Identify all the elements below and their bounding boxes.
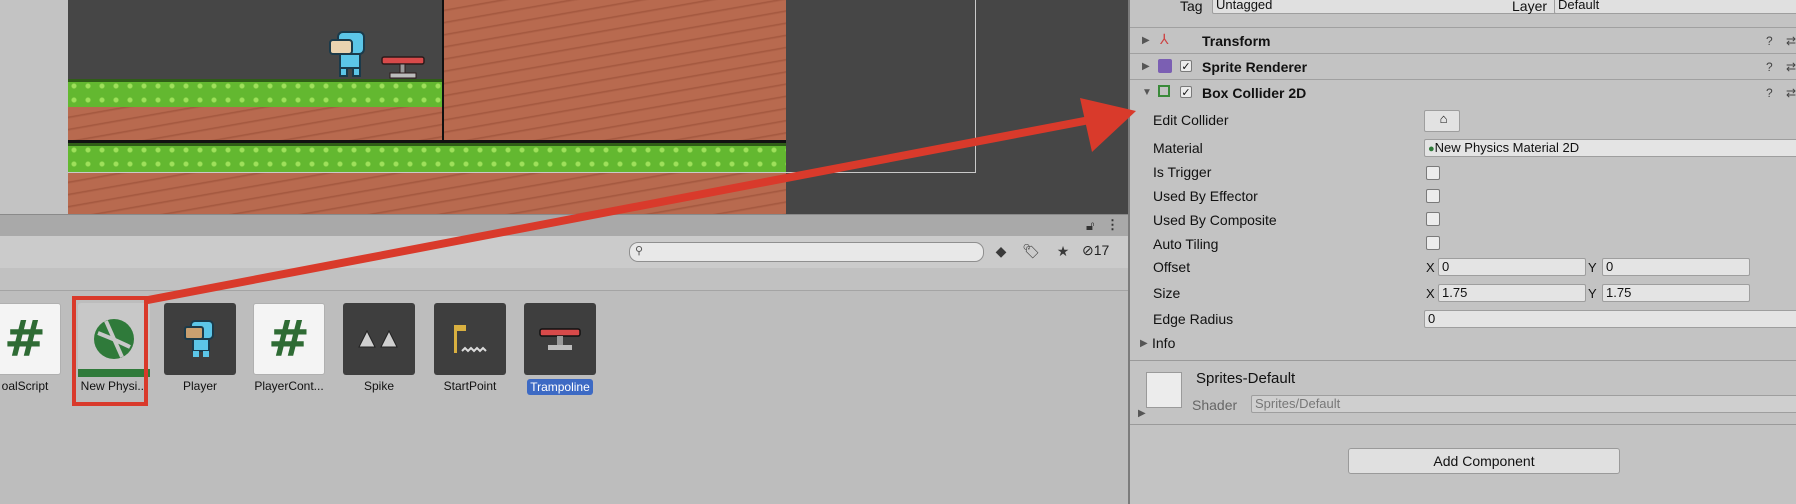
annotation-arrow: [144, 98, 1136, 304]
arrow-shaft: [144, 114, 1104, 304]
arrow-head: [1080, 98, 1136, 152]
